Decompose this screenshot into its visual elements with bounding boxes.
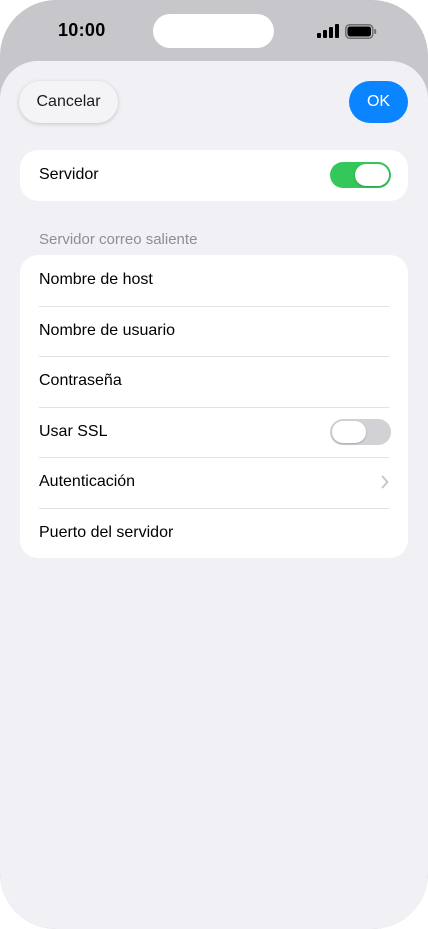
password-row[interactable]: Contraseña <box>20 356 408 407</box>
ssl-row: Usar SSL <box>20 406 408 458</box>
signal-icon <box>317 24 339 38</box>
username-row[interactable]: Nombre de usuario <box>20 305 408 357</box>
server-port-label: Puerto del servidor <box>39 523 174 541</box>
dynamic-island <box>153 14 274 48</box>
phone-frame: 10:00 Cancelar OK Servidor Servidor corr… <box>0 0 428 929</box>
ssl-label: Usar SSL <box>39 422 108 440</box>
status-time: 10:00 <box>58 20 106 40</box>
server-card: Servidor <box>20 150 408 201</box>
authentication-row[interactable]: Autenticación <box>20 457 408 508</box>
username-label: Nombre de usuario <box>39 321 176 339</box>
status-bar: 10:00 <box>0 0 428 62</box>
hostname-label: Nombre de host <box>39 271 153 289</box>
settings-sheet: Cancelar OK Servidor Servidor correo sal… <box>0 61 428 929</box>
battery-icon <box>345 24 377 39</box>
server-row: Servidor <box>20 150 408 201</box>
password-label: Contraseña <box>39 372 122 390</box>
server-label: Servidor <box>39 166 99 184</box>
toggle-knob <box>332 420 366 443</box>
authentication-label: Autenticación <box>39 473 136 491</box>
outgoing-server-card: Nombre de host Nombre de usuario Contras… <box>20 255 408 558</box>
cancel-button[interactable]: Cancelar <box>19 81 118 123</box>
section-header-outgoing: Servidor correo saliente <box>39 231 198 248</box>
toggle-knob <box>355 164 389 187</box>
server-port-row[interactable]: Puerto del servidor <box>20 507 408 559</box>
ok-button[interactable]: OK <box>349 81 408 123</box>
hostname-row[interactable]: Nombre de host <box>20 255 408 306</box>
chevron-right-icon <box>381 475 389 489</box>
server-toggle[interactable] <box>330 162 391 189</box>
ssl-toggle[interactable] <box>330 418 391 445</box>
